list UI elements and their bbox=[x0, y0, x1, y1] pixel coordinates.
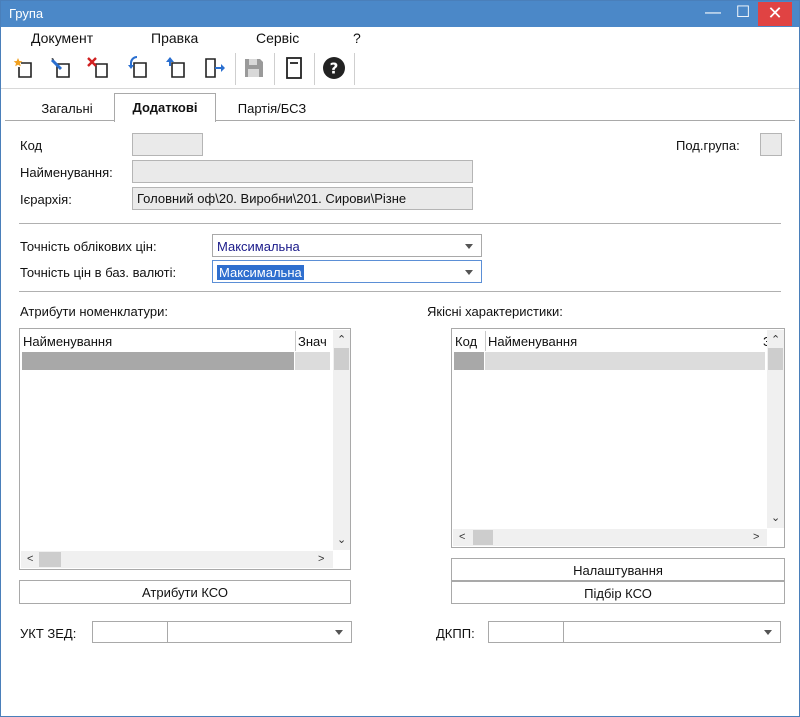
attributes-kso-button[interactable]: Атрибути КСО bbox=[19, 580, 351, 604]
chevron-down-icon bbox=[465, 244, 473, 249]
scroll-up-icon[interactable]: ⌃ bbox=[771, 334, 780, 346]
scroll-thumb[interactable] bbox=[334, 348, 349, 370]
group-window: Група — ☐ ✕ Документ Правка Сервіс ? ? З… bbox=[0, 0, 800, 717]
window-title: Група bbox=[9, 6, 44, 21]
copy-icon[interactable] bbox=[124, 54, 152, 82]
title-bar: Група — ☐ ✕ bbox=[1, 1, 799, 27]
scroll-up-icon[interactable]: ⌃ bbox=[337, 334, 346, 346]
precision-value: Максимальна bbox=[217, 239, 300, 254]
chevron-down-icon bbox=[335, 630, 343, 635]
qualities-hscroll[interactable]: < > bbox=[453, 529, 767, 546]
tab-batch[interactable]: Партія/БСЗ bbox=[217, 95, 327, 121]
chevron-down-icon bbox=[465, 270, 473, 275]
edit-icon[interactable] bbox=[47, 54, 75, 82]
table-row[interactable] bbox=[22, 352, 294, 370]
document-icon[interactable] bbox=[280, 54, 308, 82]
subgroup-label: Под.група: bbox=[676, 138, 740, 153]
attributes-col-name[interactable]: Найменування bbox=[21, 331, 293, 351]
exit-icon[interactable] bbox=[200, 54, 228, 82]
qualities-col-code[interactable]: Код bbox=[453, 331, 485, 351]
menu-edit[interactable]: Правка bbox=[151, 30, 198, 46]
dkpp-select[interactable] bbox=[563, 621, 781, 643]
toolbar: ? bbox=[1, 49, 799, 89]
scroll-right-icon[interactable]: > bbox=[318, 553, 324, 565]
qualities-grid[interactable]: Код Найменування З ⌃ ⌄ < > bbox=[451, 328, 785, 548]
code-field[interactable] bbox=[132, 133, 203, 156]
qualities-col-name[interactable]: Найменування bbox=[485, 331, 761, 351]
base-precision-select[interactable]: Максимальна bbox=[212, 260, 482, 283]
close-button[interactable]: ✕ bbox=[758, 2, 792, 26]
menu-help[interactable]: ? bbox=[353, 30, 361, 46]
subgroup-checkbox[interactable] bbox=[760, 133, 782, 156]
help-icon[interactable]: ? bbox=[320, 54, 348, 82]
precision-select[interactable]: Максимальна bbox=[212, 234, 482, 257]
menu-document[interactable]: Документ bbox=[31, 30, 93, 46]
kso-select-button[interactable]: Підбір КСО bbox=[451, 581, 785, 604]
delete-icon[interactable] bbox=[85, 54, 113, 82]
svg-text:?: ? bbox=[330, 60, 339, 78]
attributes-vscroll[interactable]: ⌃ ⌄ bbox=[333, 330, 350, 550]
dkpp-label: ДКПП: bbox=[436, 626, 475, 641]
hierarchy-field: Головний оф\20. Виробни\201. Сирови\Різн… bbox=[132, 187, 473, 210]
attributes-grid[interactable]: Найменування Знач ⌃ ⌄ < > bbox=[19, 328, 351, 570]
name-label: Найменування: bbox=[20, 165, 113, 180]
name-field[interactable] bbox=[132, 160, 473, 183]
save-icon[interactable] bbox=[240, 54, 268, 82]
code-label: Код bbox=[20, 138, 43, 153]
menu-bar: Документ Правка Сервіс ? bbox=[1, 27, 799, 49]
ukt-label: УКТ ЗЕД: bbox=[20, 626, 77, 641]
dkpp-code-field[interactable] bbox=[488, 621, 564, 643]
attributes-hscroll[interactable]: < > bbox=[21, 551, 333, 568]
attributes-col-value[interactable]: Знач bbox=[295, 331, 333, 351]
scroll-thumb[interactable] bbox=[768, 348, 783, 370]
minimize-button[interactable]: — bbox=[698, 2, 728, 26]
scroll-left-icon[interactable]: < bbox=[459, 531, 465, 543]
scroll-thumb[interactable] bbox=[39, 552, 61, 567]
maximize-button[interactable]: ☐ bbox=[728, 2, 758, 26]
tab-additional[interactable]: Додаткові bbox=[114, 93, 216, 122]
insert-icon[interactable] bbox=[162, 54, 190, 82]
menu-service[interactable]: Сервіс bbox=[256, 30, 299, 46]
tab-bar: Загальні Додаткові Партія/БСЗ bbox=[1, 89, 799, 122]
base-precision-value: Максимальна bbox=[217, 265, 304, 280]
base-precision-label: Точність цін в баз. валюті: bbox=[20, 265, 177, 280]
toolbar-separator bbox=[354, 53, 355, 85]
precision-label: Точність облікових цін: bbox=[20, 239, 157, 254]
new-icon[interactable] bbox=[10, 54, 38, 82]
attributes-label: Атрибути номенклатури: bbox=[20, 304, 168, 319]
section-divider bbox=[19, 223, 781, 224]
ukt-select[interactable] bbox=[167, 621, 352, 643]
ukt-code-field[interactable] bbox=[92, 621, 168, 643]
table-row-cell[interactable] bbox=[485, 352, 765, 370]
settings-button[interactable]: Налаштування bbox=[451, 558, 785, 581]
qualities-label: Якісні характеристики: bbox=[427, 304, 563, 319]
tab-general[interactable]: Загальні bbox=[21, 95, 113, 121]
scroll-right-icon[interactable]: > bbox=[753, 531, 759, 543]
toolbar-separator bbox=[314, 53, 315, 85]
table-row[interactable] bbox=[454, 352, 484, 370]
scroll-thumb[interactable] bbox=[473, 530, 493, 545]
toolbar-separator bbox=[235, 53, 236, 85]
section-divider bbox=[19, 291, 781, 292]
hierarchy-label: Ієрархія: bbox=[20, 192, 72, 207]
qualities-vscroll[interactable]: ⌃ ⌄ bbox=[767, 330, 784, 528]
scroll-left-icon[interactable]: < bbox=[27, 553, 33, 565]
toolbar-separator bbox=[274, 53, 275, 85]
chevron-down-icon bbox=[764, 630, 772, 635]
table-row-cell[interactable] bbox=[295, 352, 330, 370]
scroll-down-icon[interactable]: ⌄ bbox=[337, 534, 346, 546]
scroll-down-icon[interactable]: ⌄ bbox=[771, 512, 780, 524]
